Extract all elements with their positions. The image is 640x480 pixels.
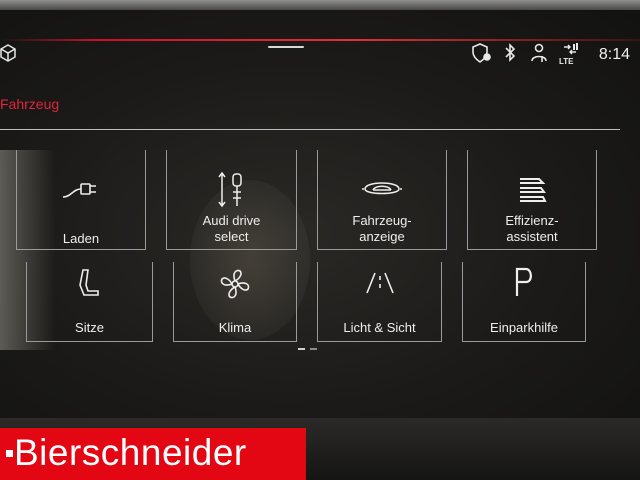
shield-location-icon[interactable]	[472, 42, 492, 69]
logo-square	[6, 450, 13, 457]
tile-label-line: Fahrzeug-	[352, 213, 412, 228]
user-settings-icon[interactable]	[530, 42, 550, 69]
tile-label-line: select	[214, 229, 249, 244]
tile-effizienzassistent[interactable]: Effizienz- assistent	[467, 150, 597, 250]
tile-label: Klima	[174, 320, 296, 336]
tile-label: Einparkhilfe	[463, 320, 585, 336]
clock: 8:14	[598, 46, 630, 63]
page-indicator-1[interactable]	[298, 348, 305, 350]
vehicle-display-icon	[361, 177, 403, 204]
tile-label: Effizienz- assistent	[468, 213, 596, 245]
tile-label-line: Licht & Sicht	[343, 320, 416, 335]
tile-label-line: anzeige	[359, 229, 405, 244]
road-light-icon	[363, 270, 397, 301]
tile-label: Sitze	[27, 320, 152, 336]
tile-label-line: Laden	[62, 231, 100, 246]
drive-select-icon	[214, 170, 250, 215]
parking-icon	[512, 266, 536, 303]
title-divider	[0, 129, 620, 130]
tile-label-line: assistent	[506, 229, 558, 244]
tile-label-line: Effizienz-	[505, 213, 559, 228]
cube-icon[interactable]	[0, 44, 16, 67]
fan-icon	[218, 267, 252, 306]
tile-label: Laden	[17, 231, 145, 247]
tile-sitze[interactable]: Sitze	[26, 262, 153, 342]
page-indicator-2[interactable]	[310, 348, 317, 350]
tile-audi-drive-select[interactable]: Audi drive select	[166, 150, 297, 250]
tile-label: Audi drive select	[167, 213, 296, 245]
tile-label: Fahrzeug- anzeige	[318, 213, 446, 245]
tile-klima[interactable]: Klima	[173, 262, 297, 342]
efficiency-layers-icon	[517, 175, 547, 208]
tile-label-line: Klima	[218, 320, 252, 335]
dealer-logo-banner: Bierschneider	[0, 428, 306, 480]
page-title: Fahrzeug	[0, 96, 60, 112]
tile-label-line: Sitze	[75, 320, 104, 335]
charging-plug-icon	[61, 175, 101, 208]
tile-laden[interactable]: Laden	[16, 150, 146, 250]
seat-icon	[76, 267, 104, 306]
tile-einparkhilfe[interactable]: Einparkhilfe	[462, 262, 586, 342]
status-bar: LTE 8:14	[0, 38, 640, 74]
tile-fahrzeuganzeige[interactable]: Fahrzeug- anzeige	[317, 150, 447, 250]
tile-label-line: Einparkhilfe	[490, 320, 558, 335]
lte-signal-icon[interactable]: LTE	[558, 42, 582, 71]
bluetooth-icon[interactable]	[503, 42, 517, 69]
dealer-logo-text: Bierschneider	[14, 432, 247, 473]
tile-label-line: Audi drive	[202, 213, 261, 228]
tile-licht-sicht[interactable]: Licht & Sicht	[317, 262, 442, 342]
tile-label: Licht & Sicht	[318, 320, 441, 336]
lte-label: LTE	[559, 57, 574, 66]
